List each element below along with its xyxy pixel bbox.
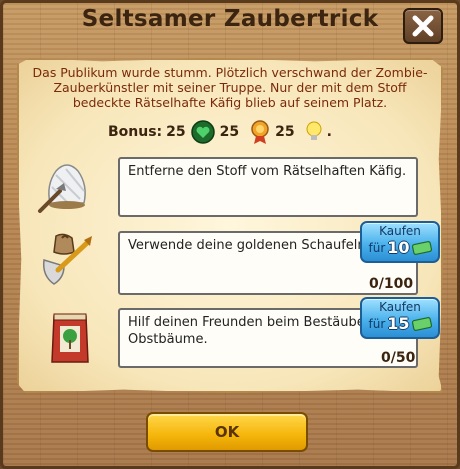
medal-icon [251,120,269,144]
bonus-coins-value: 25 [166,124,186,140]
cash-icon [411,241,432,255]
buy-task-3-for: für [368,317,386,331]
task-1-text: Entferne den Stoff vom Rätselhaften Käfi… [128,164,407,179]
golden-shovel-icon [42,233,92,285]
buy-task-3-label: Kaufen [379,300,421,314]
task-2-progress: 0/100 [369,276,414,292]
lightbulb-icon [306,121,322,140]
task-2-text: Verwende deine goldenen Schaufeln. [128,238,370,253]
close-button[interactable] [403,8,443,44]
bonus-row: Bonus: 25 25 25 . [108,118,332,146]
bonus-idea-suffix: . [326,124,332,140]
task-3-progress: 0/50 [381,350,416,366]
bonus-medal-value: 25 [275,124,295,140]
cash-icon [411,317,432,331]
buy-task-2-for: für [368,241,386,255]
covered-cage-icon [38,164,86,213]
bonus-xp-value: 25 [219,124,240,140]
close-x-icon [412,15,434,37]
task-1-box: Entferne den Stoff vom Rätselhaften Käfi… [118,157,418,217]
buy-task-2-label: Kaufen [379,224,421,238]
quest-intro-text: Das Publikum wurde stumm. Plötzlich vers… [32,65,428,110]
dialog-title: Seltsamer Zaubertrick [81,6,379,32]
coin-heart-icon [190,120,215,144]
buy-task-2-button[interactable]: Kaufen für 10 [360,221,440,263]
buy-task-3-button[interactable]: Kaufen für 15 [360,297,440,339]
ok-button[interactable]: OK [146,412,308,452]
buy-task-2-price: 10 [387,238,410,257]
seed-bag-icon [51,313,89,363]
buy-task-3-price: 15 [387,314,410,333]
bonus-label: Bonus: [108,124,163,140]
